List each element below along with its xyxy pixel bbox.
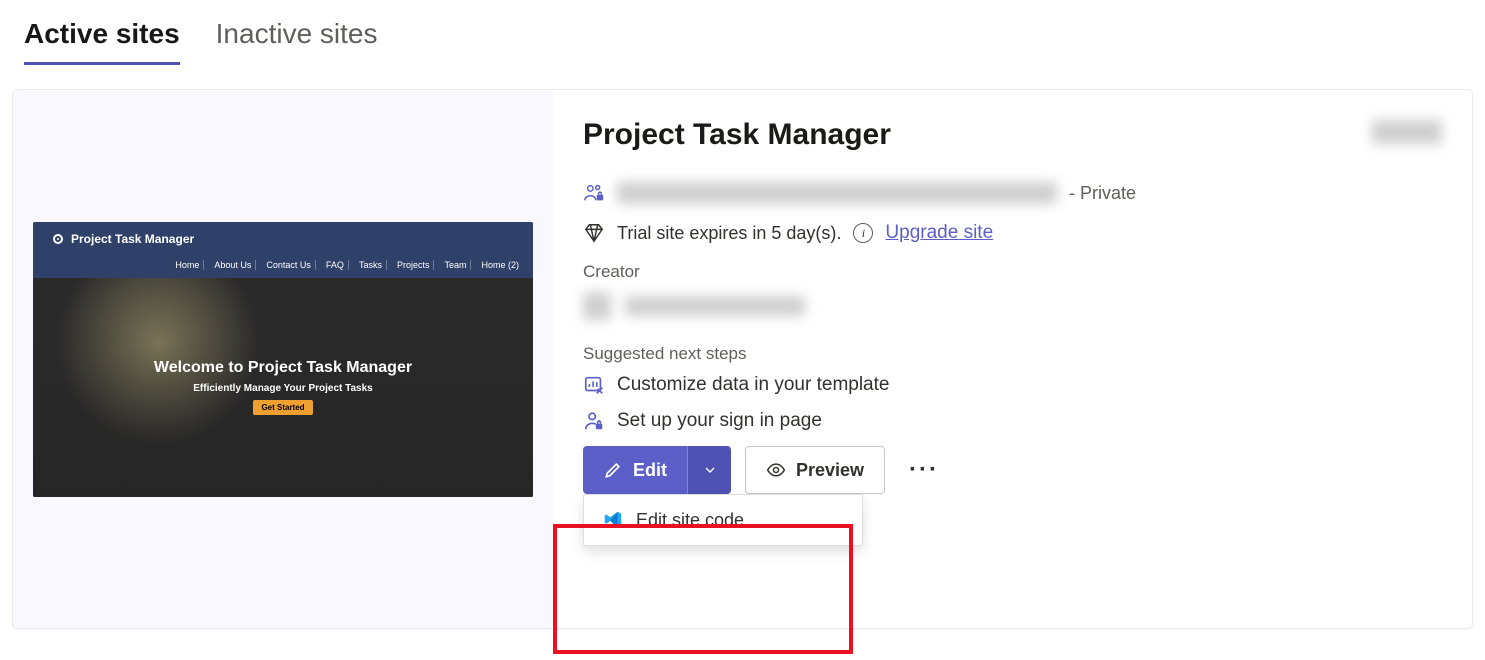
chart-edit-icon — [583, 374, 605, 396]
thumb-nav-item: Contact Us — [262, 260, 316, 270]
thumb-app-name: Project Task Manager — [71, 232, 194, 246]
tab-active-sites[interactable]: Active sites — [24, 18, 180, 65]
radio-icon — [53, 234, 63, 244]
chevron-down-icon — [702, 462, 718, 478]
edit-label: Edit — [633, 460, 667, 481]
suggested-label: Suggested next steps — [583, 344, 1442, 364]
tabs-bar: Active sites Inactive sites — [0, 0, 1485, 65]
thumb-nav-item: About Us — [210, 260, 256, 270]
diamond-icon — [583, 222, 605, 244]
site-title: Project Task Manager — [583, 118, 1442, 152]
redacted-avatar — [583, 292, 611, 320]
person-lock-icon — [583, 410, 605, 432]
thumb-nav-item: Projects — [393, 260, 435, 270]
redacted-creator-name — [625, 296, 805, 316]
creator-row — [583, 292, 1442, 320]
thumb-hero-subtitle: Efficiently Manage Your Project Tasks — [193, 383, 373, 394]
step-customize-data[interactable]: Customize data in your template — [583, 374, 1442, 396]
step-label: Customize data in your template — [617, 374, 889, 396]
thumb-hero-title: Welcome to Project Task Manager — [154, 359, 412, 377]
step-signin-page[interactable]: Set up your sign in page — [583, 410, 1442, 432]
info-icon[interactable]: i — [853, 223, 873, 243]
preview-label: Preview — [796, 460, 864, 481]
privacy-label: - Private — [1069, 183, 1136, 204]
thumbnail-panel: Project Task Manager Home About Us Conta… — [13, 90, 553, 628]
upgrade-link[interactable]: Upgrade site — [885, 222, 993, 244]
edit-code-label: Edit site code — [636, 510, 744, 531]
site-thumbnail[interactable]: Project Task Manager Home About Us Conta… — [33, 222, 533, 497]
thumb-nav: Home About Us Contact Us FAQ Tasks Proje… — [33, 256, 533, 278]
thumb-nav-item: Home — [171, 260, 204, 270]
thumb-nav-item: FAQ — [322, 260, 349, 270]
thumb-hero: Welcome to Project Task Manager Efficien… — [33, 278, 533, 497]
edit-dropdown-toggle[interactable] — [687, 446, 731, 494]
thumb-cta-button: Get Started — [253, 400, 312, 415]
site-card: Project Task Manager Home About Us Conta… — [12, 89, 1473, 629]
trial-row: Trial site expires in 5 day(s). i Upgrad… — [583, 222, 1442, 244]
edit-site-code-item[interactable]: Edit site code — [584, 495, 862, 545]
creator-label: Creator — [583, 262, 1442, 282]
pencil-icon — [603, 460, 623, 480]
site-details: Project Task Manager - Private Trial sit… — [553, 90, 1472, 628]
edit-dropdown-menu: Edit site code — [583, 494, 863, 546]
thumb-header: Project Task Manager — [33, 222, 533, 256]
thumb-nav-item: Home (2) — [477, 260, 523, 270]
redacted-url — [617, 182, 1057, 204]
step-label: Set up your sign in page — [617, 410, 822, 432]
thumb-nav-item: Team — [440, 260, 471, 270]
edit-split-button: Edit — [583, 446, 731, 494]
vscode-icon — [602, 509, 624, 531]
redacted-badge — [1372, 120, 1442, 144]
people-lock-icon — [583, 182, 605, 204]
eye-icon — [766, 460, 786, 480]
trial-text: Trial site expires in 5 day(s). — [617, 223, 841, 244]
action-bar: Edit Preview ··· — [583, 446, 1442, 494]
privacy-row: - Private — [583, 182, 1442, 204]
more-actions-button[interactable]: ··· — [899, 456, 949, 484]
preview-button[interactable]: Preview — [745, 446, 885, 494]
edit-button[interactable]: Edit — [583, 446, 687, 494]
thumb-nav-item: Tasks — [355, 260, 387, 270]
tab-inactive-sites[interactable]: Inactive sites — [216, 18, 378, 65]
